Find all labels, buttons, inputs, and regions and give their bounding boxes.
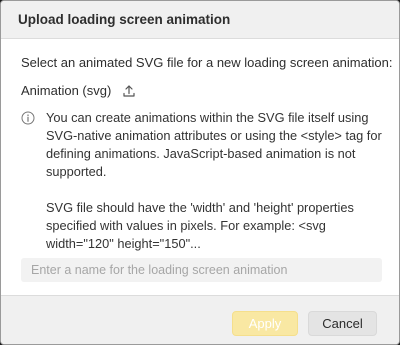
info-block: You can create animations within the SVG…	[21, 109, 385, 253]
file-row: Animation (svg)	[21, 83, 136, 98]
info-text: You can create animations within the SVG…	[46, 109, 385, 253]
dialog-footer: Apply Cancel	[1, 295, 399, 344]
info-paragraph-animation-support: You can create animations within the SVG…	[46, 110, 382, 179]
file-label: Animation (svg)	[21, 83, 112, 98]
dialog-title: Upload loading screen animation	[18, 12, 231, 27]
upload-icon[interactable]	[122, 84, 136, 98]
info-paragraph-size-requirement: SVG file should have the 'width' and 'he…	[46, 200, 354, 251]
intro-text: Select an animated SVG file for a new lo…	[21, 55, 393, 70]
info-icon	[21, 111, 35, 125]
dialog-header: Upload loading screen animation	[1, 1, 399, 39]
cancel-button[interactable]: Cancel	[308, 311, 377, 336]
apply-button[interactable]: Apply	[232, 311, 298, 336]
animation-name-input[interactable]	[21, 258, 382, 282]
dialog-body: Select an animated SVG file for a new lo…	[1, 39, 399, 295]
upload-animation-dialog: Upload loading screen animation Select a…	[0, 0, 400, 345]
